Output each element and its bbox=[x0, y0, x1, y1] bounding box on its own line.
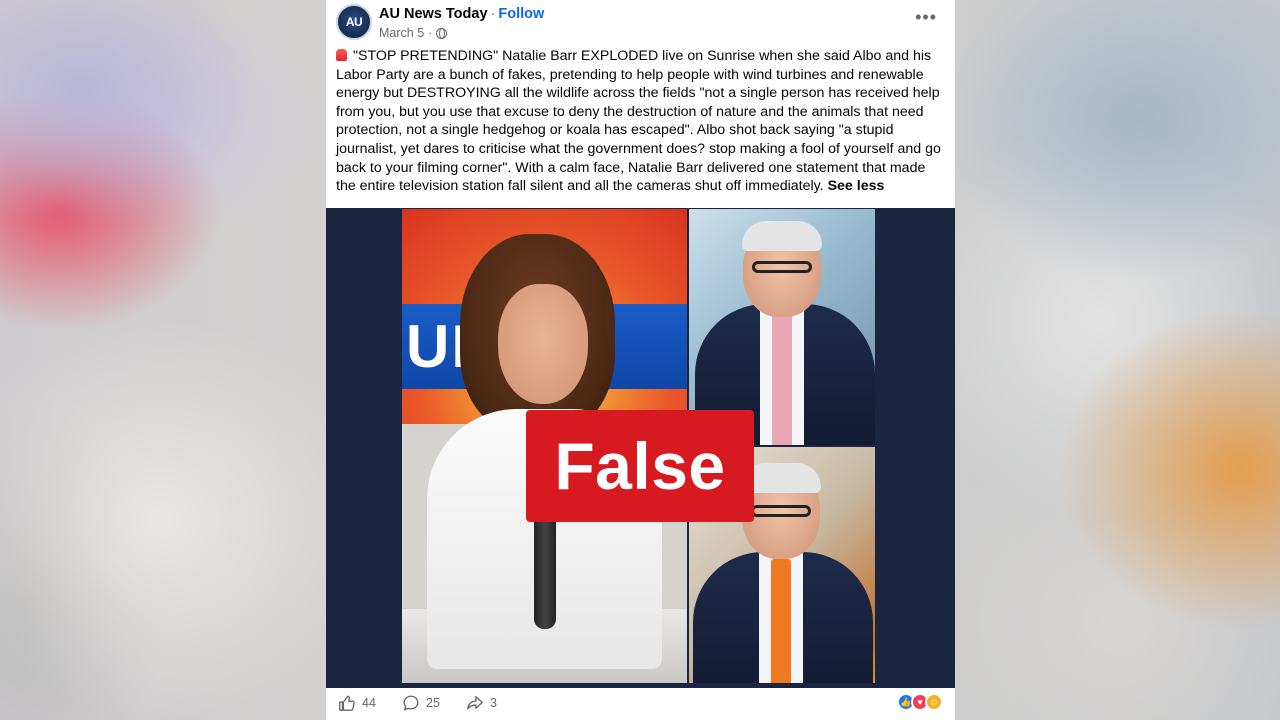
post-caption: "STOP PRETENDING" Natalie Barr EXPLODED … bbox=[336, 47, 948, 196]
page-name[interactable]: AU News Today bbox=[379, 6, 488, 22]
share-count: 3 bbox=[490, 696, 497, 710]
post-meta: March 5 · bbox=[379, 26, 448, 40]
comment-icon bbox=[403, 695, 419, 711]
comment-count: 25 bbox=[426, 696, 440, 710]
fact-check-false-badge: False bbox=[526, 410, 754, 522]
microphone-icon bbox=[534, 509, 556, 629]
page-avatar[interactable]: AU bbox=[336, 4, 372, 40]
like-count: 44 bbox=[362, 696, 376, 710]
more-icon[interactable]: ••• bbox=[915, 8, 937, 26]
globe-icon bbox=[436, 27, 448, 39]
post-date[interactable]: March 5 bbox=[379, 26, 424, 40]
like-button[interactable]: 44 bbox=[338, 694, 376, 712]
share-button[interactable]: 3 bbox=[466, 694, 497, 712]
share-icon bbox=[467, 696, 483, 710]
post-header: AU AU News Today · Follow March 5 · ••• bbox=[336, 4, 945, 44]
post-image[interactable]: UNS False bbox=[326, 208, 955, 688]
haha-reaction-icon: ☺ bbox=[925, 693, 943, 711]
caption-text: "STOP PRETENDING" Natalie Barr EXPLODED … bbox=[336, 48, 941, 195]
facebook-post: AU AU News Today · Follow March 5 · ••• "S… bbox=[326, 0, 955, 720]
comment-button[interactable]: 25 bbox=[402, 694, 440, 712]
page-name-line: AU News Today · Follow bbox=[379, 6, 545, 22]
reaction-summary[interactable]: 👍 ♥ ☺ bbox=[897, 693, 943, 711]
follow-button[interactable]: Follow bbox=[498, 6, 544, 22]
see-less-link[interactable]: See less bbox=[828, 178, 885, 194]
post-actions-bar: 44 25 3 👍 ♥ ☺ bbox=[326, 688, 955, 720]
fire-icon bbox=[336, 49, 347, 61]
like-icon bbox=[339, 695, 355, 711]
